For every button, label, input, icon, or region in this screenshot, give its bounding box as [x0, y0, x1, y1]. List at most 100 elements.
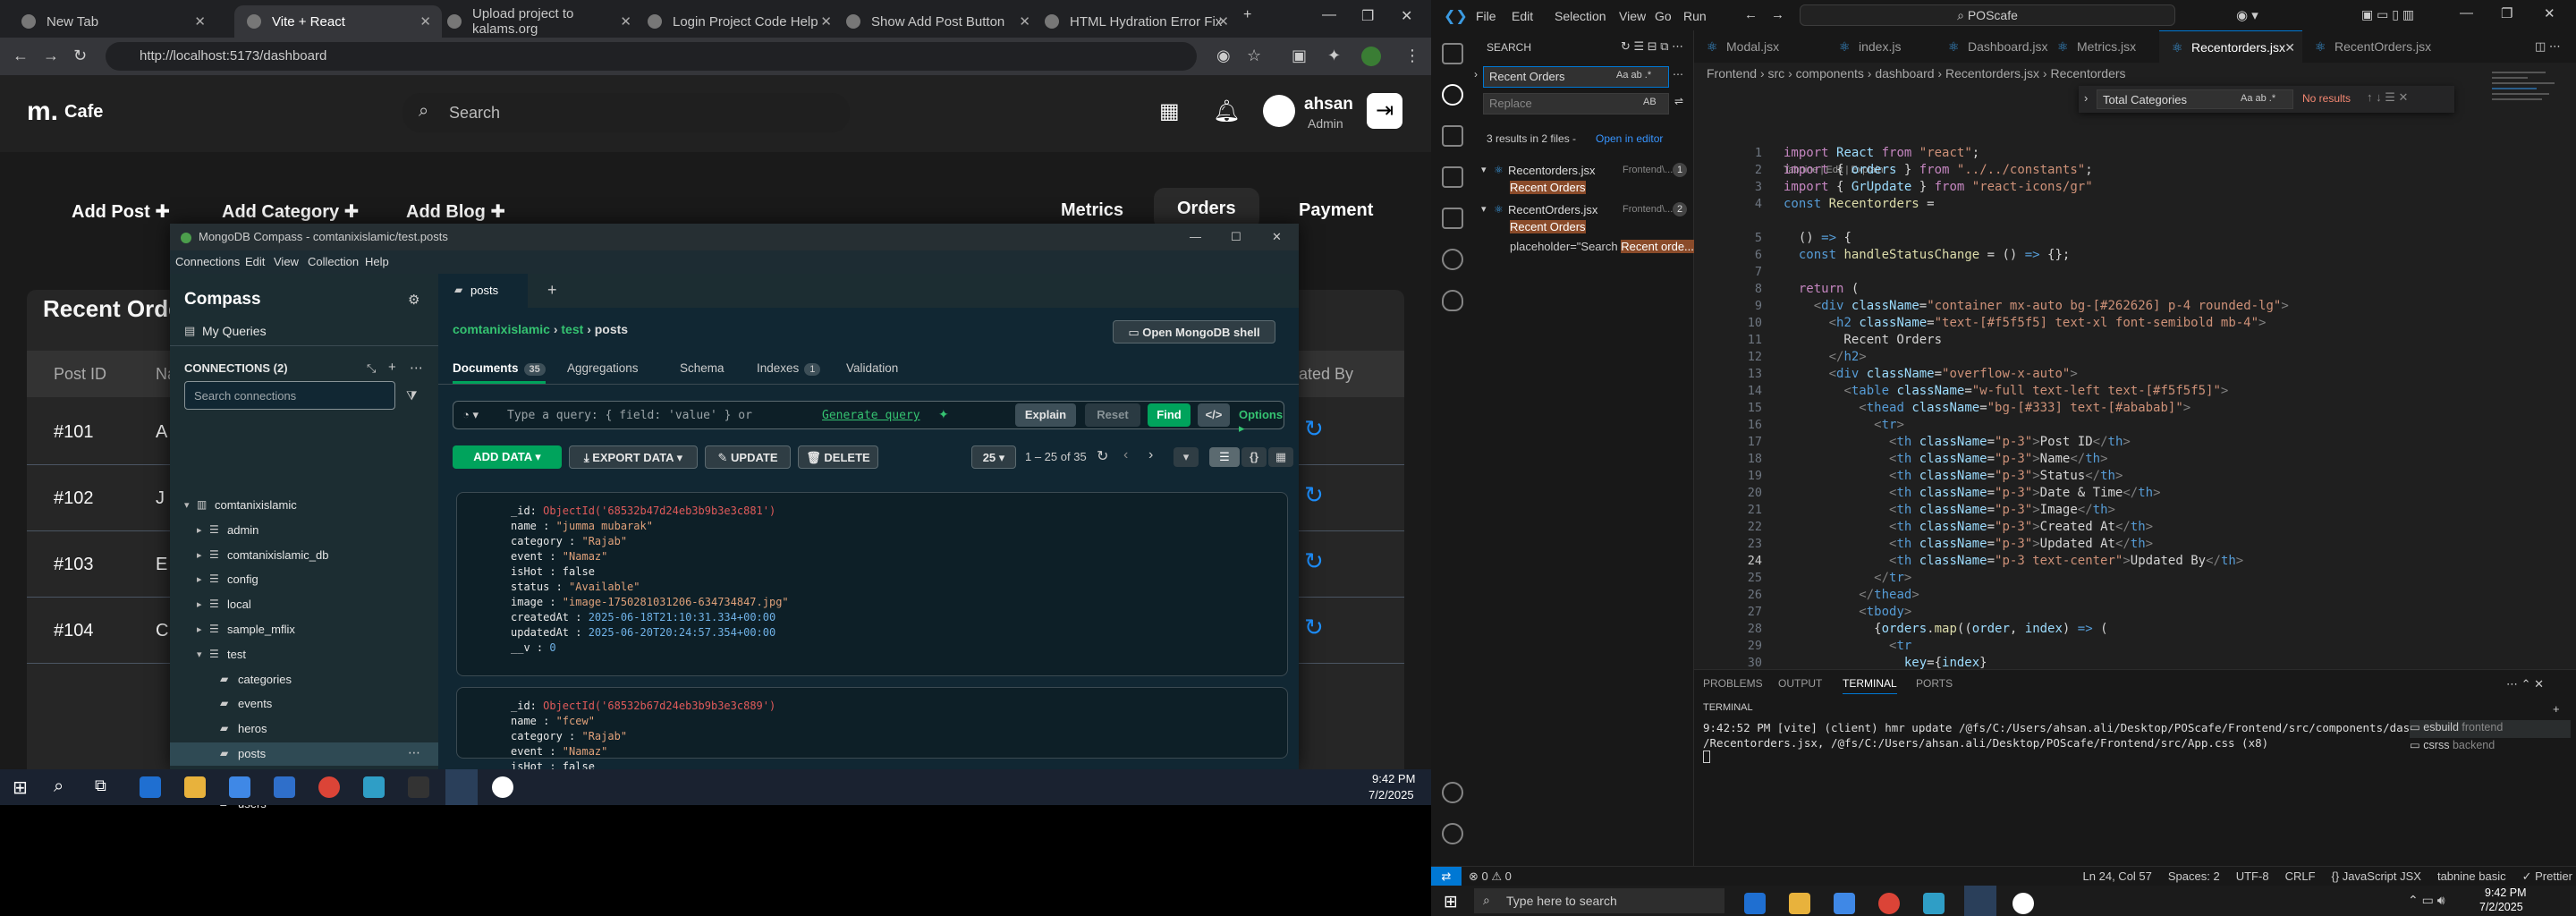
tree-item[interactable]: ▰ posts ⋯: [170, 742, 438, 766]
menu-selection[interactable]: Selection: [1555, 9, 1606, 23]
collapse-icon[interactable]: ⤡: [367, 361, 376, 376]
search-result-match[interactable]: Recent Orders: [1510, 181, 1586, 194]
explain-button[interactable]: Explain: [1015, 403, 1076, 427]
panel-more-icon[interactable]: +: [2553, 702, 2560, 716]
panel-tab-terminal[interactable]: TERMINAL: [1843, 677, 1897, 694]
document-card[interactable]: _id: ObjectId('68532b67d24eb3b9b3e3c889'…: [456, 687, 1288, 773]
tab-close-icon[interactable]: ✕: [194, 13, 206, 30]
table-view-icon[interactable]: ▦: [1268, 447, 1293, 467]
extensions-icon[interactable]: [1442, 208, 1463, 229]
app-icon[interactable]: [1923, 893, 1945, 914]
back-icon[interactable]: ←: [13, 47, 29, 65]
panel-tab-ports[interactable]: PORTS: [1916, 677, 1953, 690]
breadcrumb-segment[interactable]: Recentorders.jsx: [1945, 66, 2039, 81]
command-center[interactable]: ⌕ POScafe: [1800, 4, 2175, 26]
posts-tab[interactable]: ▰ posts: [438, 274, 528, 308]
add-category-tab[interactable]: Add Category ✚: [222, 200, 359, 223]
breadcrumb-segment[interactable]: Recentorders: [2050, 66, 2125, 81]
logout-icon[interactable]: ⇥: [1367, 93, 1402, 129]
open-in-editor-link[interactable]: Open in editor: [1596, 132, 1663, 145]
menu-icon[interactable]: ⋮: [1404, 47, 1420, 65]
replace-input[interactable]: Replace AB: [1483, 93, 1669, 114]
menu-file[interactable]: File: [1476, 9, 1496, 23]
chrome-icon[interactable]: [318, 776, 340, 798]
collection-more-icon[interactable]: ⋯: [408, 745, 420, 760]
tree-item[interactable]: ▾ ☰ test: [170, 643, 438, 666]
search-connections-input[interactable]: Search connections: [184, 381, 395, 410]
tab-close-icon[interactable]: ✕: [620, 13, 631, 30]
edge-icon[interactable]: [1744, 893, 1766, 914]
terminal-output[interactable]: 9:42:52 PM [vite] (client) hmr update /@…: [1703, 720, 2450, 763]
nav-back-icon[interactable]: ←: [1744, 7, 1758, 22]
settings-gear-icon[interactable]: ⚙: [408, 292, 419, 308]
menu-collection[interactable]: Collection: [308, 255, 359, 268]
tray-icons[interactable]: ⌃ ▭ 🔊︎: [2408, 893, 2445, 908]
subtab-aggregations[interactable]: Aggregations: [567, 361, 639, 375]
reset-button[interactable]: Reset: [1085, 403, 1140, 427]
store-icon[interactable]: [1834, 893, 1855, 914]
remote-icon[interactable]: [1442, 249, 1463, 270]
sort-icon[interactable]: ▾: [1174, 447, 1199, 467]
search-input[interactable]: Recent Orders Aa ab .*: [1483, 66, 1669, 88]
chrome-tab[interactable]: New Tab ✕: [9, 5, 216, 38]
editor-tab[interactable]: ⚛ Dashboard.jsx: [1936, 30, 2048, 63]
status-item[interactable]: CRLF: [2285, 869, 2316, 883]
panel-actions-icons[interactable]: ⋯ ⌃ ✕: [2506, 677, 2544, 691]
extension-icon[interactable]: ▣: [1292, 47, 1307, 65]
copilot-icon[interactable]: ◉ ▾: [2236, 7, 2258, 23]
subtab-schema[interactable]: Schema: [680, 361, 724, 375]
terminal-icon[interactable]: [408, 776, 429, 798]
star-icon[interactable]: ☆: [1247, 47, 1261, 65]
eye-off-icon[interactable]: ◉: [1216, 47, 1231, 65]
edge-icon[interactable]: [140, 776, 161, 798]
vscode-taskbar-icon[interactable]: [1964, 886, 1996, 916]
editor-tab[interactable]: ⚛ RecentOrders.jsx: [2302, 30, 2445, 63]
run-debug-icon[interactable]: [1442, 166, 1463, 188]
search-view-icon[interactable]: [1442, 84, 1463, 106]
app-search[interactable]: ⌕ Search: [402, 93, 850, 132]
panel-tab-output[interactable]: OUTPUT: [1778, 677, 1822, 690]
list-view-icon[interactable]: ☰: [1209, 447, 1240, 467]
tab-close-icon[interactable]: ✕: [820, 13, 832, 30]
chrome-tab[interactable]: Vite + React ✕: [234, 5, 442, 38]
toggle-replace-icon[interactable]: ›: [1474, 68, 1478, 81]
code-icon[interactable]: </>: [1198, 403, 1230, 427]
tab-close-icon[interactable]: ✕: [419, 13, 431, 30]
code-editor[interactable]: import React from "react"; import { order…: [1784, 145, 2296, 706]
mongodb-icon[interactable]: [2012, 893, 2034, 914]
tree-item[interactable]: ▸ ☰ config: [170, 568, 438, 591]
win-close-icon[interactable]: ✕: [2544, 5, 2555, 21]
add-data-button[interactable]: ADD DATA ▾: [453, 445, 562, 469]
editor-tab[interactable]: ⚛ Modal.jsx: [1694, 30, 1826, 63]
win-minimize-icon[interactable]: —: [2460, 5, 2473, 21]
filter-icon[interactable]: ⧩: [406, 388, 418, 403]
nav-forward-icon[interactable]: →: [1771, 7, 1784, 22]
editor-tab[interactable]: ⚛ index.js: [1826, 30, 1936, 63]
search-result-file[interactable]: ▾ ⚛ Recentorders.jsx Frontend\... 1: [1474, 161, 1694, 181]
tree-item[interactable]: ▸ ☰ sample_mflix: [170, 618, 438, 641]
replace-all-icon[interactable]: ⇌: [1674, 95, 1683, 107]
tab-close-icon[interactable]: ✕: [1019, 13, 1030, 30]
page-size-select[interactable]: 25 ▾: [971, 445, 1016, 469]
delete-button[interactable]: 🗑︎ DELETE: [798, 445, 878, 469]
find-expand-icon[interactable]: ›: [2084, 91, 2088, 105]
json-view-icon[interactable]: {}: [1241, 447, 1267, 467]
store-icon[interactable]: [229, 776, 250, 798]
update-button[interactable]: ✎ UPDATE: [705, 445, 791, 469]
compass-close-icon[interactable]: ✕: [1272, 224, 1282, 250]
preserve-case-icon[interactable]: AB: [1643, 97, 1657, 107]
breadcrumb-segment[interactable]: Frontend: [1707, 66, 1757, 81]
chrome-icon[interactable]: [1878, 893, 1900, 914]
add-tab-icon[interactable]: +: [547, 281, 557, 300]
profile-avatar[interactable]: [1361, 47, 1381, 66]
menu-run[interactable]: Run: [1683, 9, 1707, 23]
find-input[interactable]: Total Categories Aa ab .*: [2097, 89, 2293, 109]
add-blog-tab[interactable]: Add Blog ✚: [406, 200, 505, 223]
windows-start-icon[interactable]: ⊞: [1444, 892, 1458, 912]
windows-start-icon[interactable]: ⊞: [13, 776, 28, 799]
query-history-icon[interactable]: ◔ ▾: [462, 408, 479, 422]
user-avatar-icon[interactable]: [1263, 95, 1295, 127]
layout-icons[interactable]: ▣ ▭ ▯ ▥: [2361, 7, 2414, 22]
match-options-icons[interactable]: Aa ab .*: [1616, 70, 1651, 81]
update-icon[interactable]: ↻: [1304, 614, 1324, 641]
